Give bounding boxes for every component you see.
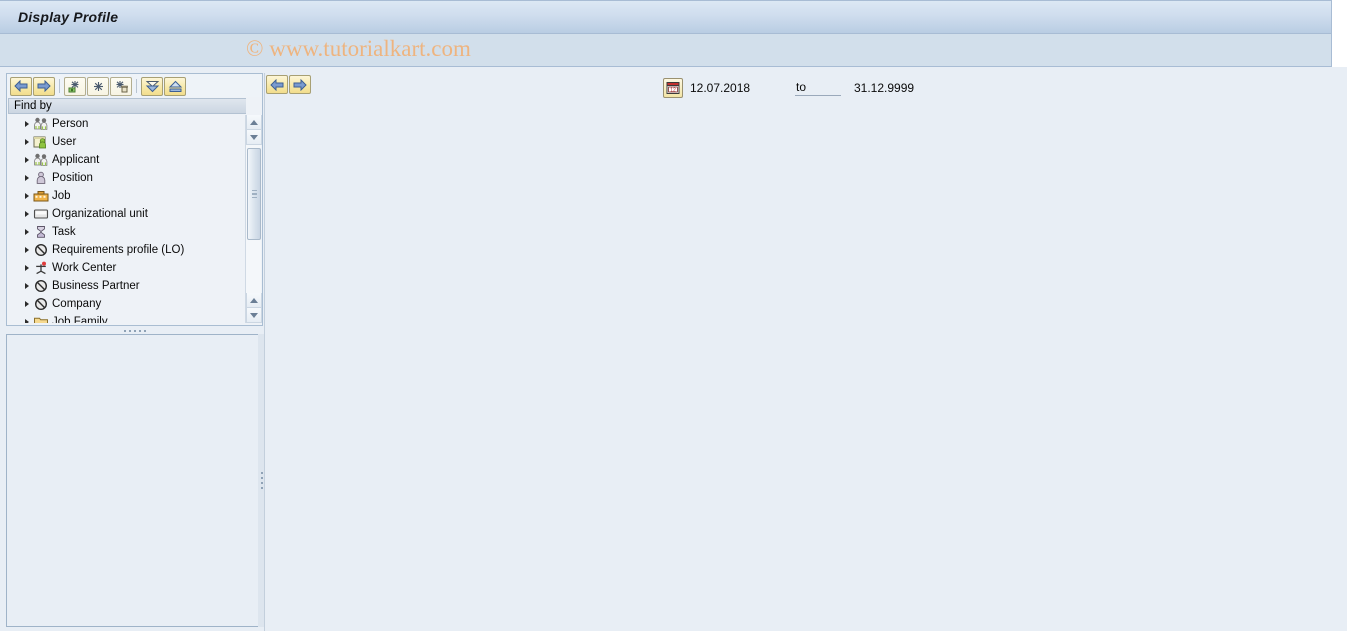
- tree-item-label: Applicant: [52, 153, 100, 166]
- expander-icon[interactable]: [21, 211, 32, 217]
- org-unit-icon: [32, 207, 49, 222]
- tree-item-label: Job Family: [52, 315, 108, 324]
- scroll-page-up-button[interactable]: [246, 293, 262, 308]
- expander-icon[interactable]: [21, 265, 32, 271]
- sap-display-profile-screen: Display Profile © www.tutorialkart.com F…: [0, 0, 1347, 631]
- scroll-down-icon: [250, 134, 258, 140]
- tree-scrollbar[interactable]: [245, 115, 262, 323]
- tree-item-label: Work Center: [52, 261, 117, 274]
- scrollbar-bottom-buttons: [246, 293, 262, 323]
- task-icon: [32, 225, 49, 240]
- selection-detail-panel: [6, 334, 263, 627]
- validity-end-date[interactable]: 31.12.9999: [854, 80, 914, 96]
- nav-forward-button[interactable]: [289, 75, 311, 94]
- collapse-all-button[interactable]: [164, 76, 186, 96]
- person-icon: [32, 171, 49, 186]
- tree-item-label: User: [52, 135, 77, 148]
- watermark-text: © www.tutorialkart.com: [246, 36, 471, 61]
- calendar-icon[interactable]: 12: [663, 78, 683, 98]
- svg-text:12: 12: [670, 87, 676, 93]
- expander-icon[interactable]: [21, 139, 32, 145]
- scroll-down-button[interactable]: [246, 130, 262, 145]
- tree-item-task[interactable]: Task: [8, 223, 246, 241]
- scroll-up-icon: [250, 119, 258, 125]
- expander-icon[interactable]: [21, 121, 32, 127]
- profile-navigation-toolbar: [266, 75, 311, 94]
- scrollbar-thumb[interactable]: [247, 148, 261, 240]
- tree-item-label: Requirements profile (LO): [52, 243, 185, 256]
- tree-item-label: Organizational unit: [52, 207, 148, 220]
- tree-item-label: Position: [52, 171, 93, 184]
- scroll-up-button[interactable]: [246, 115, 262, 130]
- horizontal-splitter[interactable]: [6, 327, 263, 334]
- job-icon: [32, 189, 49, 204]
- tree-item-organizational-unit[interactable]: Organizational unit: [8, 205, 246, 223]
- expander-icon[interactable]: [21, 301, 32, 307]
- tree-item-work-center[interactable]: Work Center: [8, 259, 246, 277]
- expand-all-button[interactable]: [141, 76, 163, 96]
- circle-cross-icon: [32, 297, 49, 312]
- validity-period-row: 12 12.07.2018 to 31.12.9999: [663, 78, 914, 98]
- expander-icon[interactable]: [21, 175, 32, 181]
- tree-item-label: Company: [52, 297, 102, 310]
- nav-back-button[interactable]: [266, 75, 288, 94]
- find-by-panel: Find by Person User Applicant Position J…: [6, 73, 263, 326]
- expander-icon[interactable]: [21, 247, 32, 253]
- window-header: Display Profile © www.tutorialkart.com: [0, 0, 1332, 67]
- expander-icon[interactable]: [21, 157, 32, 163]
- tree-item-label: Person: [52, 117, 89, 130]
- toolbar-separator-2: [136, 79, 137, 93]
- tree-item-label: Job: [52, 189, 71, 202]
- scroll-down-icon: [250, 312, 258, 318]
- validity-start-date[interactable]: 12.07.2018: [690, 80, 768, 96]
- tree-item-business-partner[interactable]: Business Partner: [8, 277, 246, 295]
- scroll-page-down-button[interactable]: [246, 308, 262, 323]
- tree-item-applicant[interactable]: Applicant: [8, 151, 246, 169]
- circle-cross-icon: [32, 243, 49, 258]
- people-icon: [32, 117, 49, 132]
- expand-node-button[interactable]: [64, 76, 86, 96]
- profile-content-panel: 12 12.07.2018 to 31.12.9999: [264, 73, 1347, 631]
- tree-item-position[interactable]: Position: [8, 169, 246, 187]
- expander-icon[interactable]: [21, 319, 32, 323]
- back-button[interactable]: [10, 76, 32, 96]
- find-by-tree[interactable]: Person User Applicant Position Job Organ…: [8, 115, 246, 323]
- folder-icon: [32, 315, 49, 323]
- forward-button[interactable]: [33, 76, 55, 96]
- scrollbar-grip-icon: [251, 189, 257, 199]
- user-card-icon: [32, 135, 49, 150]
- find-by-toolbar: [7, 74, 262, 97]
- splitter-grip-icon: [260, 472, 263, 489]
- expander-icon[interactable]: [21, 229, 32, 235]
- tree-item-requirements-profile-lo[interactable]: Requirements profile (LO): [8, 241, 246, 259]
- expander-icon[interactable]: [21, 283, 32, 289]
- toolbar-separator-1: [59, 79, 60, 93]
- collapse-node-button[interactable]: [87, 76, 109, 96]
- expander-icon[interactable]: [21, 193, 32, 199]
- tree-item-user[interactable]: User: [8, 133, 246, 151]
- tree-item-label: Task: [52, 225, 76, 238]
- tree-item-job[interactable]: Job: [8, 187, 246, 205]
- tree-item-company[interactable]: Company: [8, 295, 246, 313]
- tree-item-job-family[interactable]: Job Family: [8, 313, 246, 323]
- find-by-header: Find by: [8, 98, 246, 114]
- title-bar: Display Profile: [0, 1, 1331, 34]
- validity-to-label[interactable]: to: [795, 80, 841, 96]
- tree-item-label: Business Partner: [52, 279, 140, 292]
- work-center-icon: [32, 261, 49, 276]
- sub-header-bar: © www.tutorialkart.com: [0, 34, 1331, 66]
- delete-node-button[interactable]: [110, 76, 132, 96]
- people-icon: [32, 153, 49, 168]
- circle-cross-icon: [32, 279, 49, 294]
- scroll-up-icon: [250, 297, 258, 303]
- tree-item-person[interactable]: Person: [8, 115, 246, 133]
- splitter-grip-icon: [123, 329, 146, 332]
- page-title: Display Profile: [18, 9, 119, 25]
